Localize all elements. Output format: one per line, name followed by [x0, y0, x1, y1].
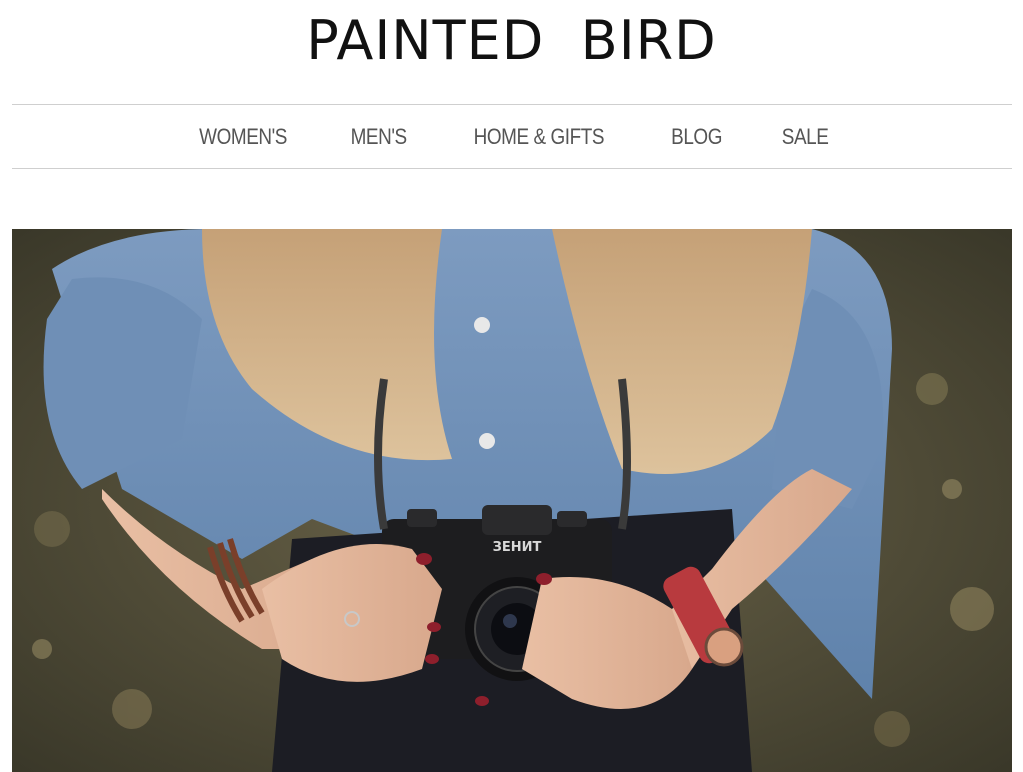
shirt-button	[474, 317, 490, 333]
hero-image[interactable]: ЗЕНИТ	[12, 229, 1012, 772]
hero-photo-illustration: ЗЕНИТ	[12, 229, 1012, 772]
nav-divider-bottom	[12, 168, 1012, 169]
nav-item-home-gifts[interactable]: HOME & GIFTS	[474, 124, 605, 150]
brand-logo[interactable]: PAINTED BIRD	[0, 0, 1023, 90]
shirt-button	[479, 433, 495, 449]
nav-item-womens[interactable]: WOMEN'S	[199, 124, 287, 150]
nav-item-mens[interactable]: MEN'S	[350, 124, 407, 150]
page: PAINTED BIRD WOMEN'S MEN'S HOME & GIFTS …	[0, 0, 1023, 772]
camera-brand-label: ЗЕНИТ	[493, 540, 542, 555]
nav-item-sale[interactable]: SALE	[782, 124, 829, 150]
main-nav: WOMEN'S MEN'S HOME & GIFTS BLOG SALE	[12, 105, 1012, 168]
nav-item-blog[interactable]: BLOG	[671, 124, 722, 150]
